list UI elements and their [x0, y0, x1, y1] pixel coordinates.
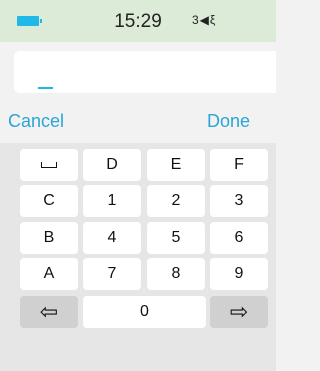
key-f[interactable]: F	[210, 149, 268, 181]
text-cursor	[38, 87, 53, 89]
key-space[interactable]	[20, 149, 78, 181]
key-2[interactable]: 2	[147, 185, 205, 217]
status-time: 15:29	[114, 11, 162, 32]
forward-button[interactable]: ⇨	[210, 296, 268, 328]
space-icon	[41, 162, 57, 168]
right-arrow-icon: ⇨	[229, 299, 249, 324]
key-5[interactable]: 5	[147, 222, 205, 254]
key-6[interactable]: 6	[210, 222, 268, 254]
key-c[interactable]: C	[20, 185, 78, 217]
key-4[interactable]: 4	[83, 222, 141, 254]
key-9[interactable]: 9	[210, 258, 268, 290]
key-d[interactable]: D	[83, 149, 141, 181]
key-b[interactable]: B	[20, 222, 78, 254]
key-0[interactable]: 0	[83, 296, 206, 328]
status-bar: 15:29 3◀ξ	[0, 0, 276, 42]
backspace-button[interactable]: ⇦	[20, 296, 78, 328]
cancel-button[interactable]: Cancel	[8, 111, 64, 132]
done-button[interactable]: Done	[207, 111, 250, 132]
key-e[interactable]: E	[147, 149, 205, 181]
speaker-icon: 3◀ξ	[192, 13, 217, 27]
key-3[interactable]: 3	[210, 185, 268, 217]
text-input[interactable]	[14, 51, 276, 93]
key-1[interactable]: 1	[83, 185, 141, 217]
key-a[interactable]: A	[20, 258, 78, 290]
keypad: D E F C 1 2 3 B 4 5 6 A 7 8 9 ⇦ 0 ⇨	[0, 143, 276, 371]
key-7[interactable]: 7	[83, 258, 141, 290]
key-8[interactable]: 8	[147, 258, 205, 290]
left-arrow-icon: ⇦	[39, 299, 59, 324]
